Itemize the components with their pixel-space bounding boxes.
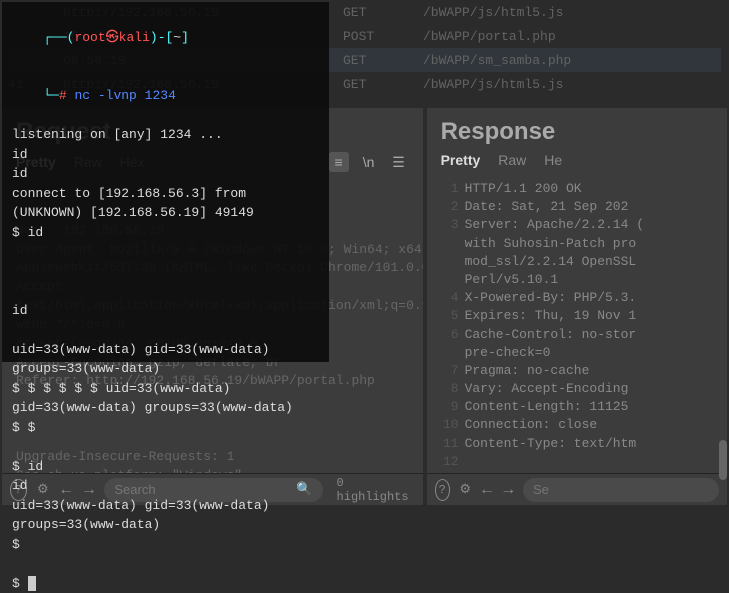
tab-raw[interactable]: Raw bbox=[498, 152, 526, 168]
prev-icon[interactable]: ← bbox=[480, 481, 493, 499]
response-line: 12 bbox=[441, 453, 713, 471]
response-bottom-bar: ? ⚙ ← → bbox=[427, 473, 727, 505]
row-url: /bWAPP/sm_samba.php bbox=[423, 53, 721, 68]
row-url: /bWAPP/portal.php bbox=[423, 29, 721, 44]
response-line: Perl/v5.10.1 bbox=[441, 271, 713, 289]
row-url: /bWAPP/js/html5.js bbox=[423, 5, 721, 20]
response-line: 8Vary: Accept-Encoding bbox=[441, 380, 713, 398]
hamburger-icon[interactable]: ☰ bbox=[389, 152, 409, 172]
terminal-line: $ $ $ $ $ $ uid=33(www-data) gid=33(www-… bbox=[12, 379, 319, 418]
wrap-icon[interactable]: ≡ bbox=[329, 152, 349, 172]
terminal-line: $ $ bbox=[12, 418, 319, 438]
response-line: pre-check=0 bbox=[441, 344, 713, 362]
highlight-count: 0 highlights bbox=[337, 476, 409, 504]
terminal-line: $ bbox=[12, 535, 319, 555]
search-box[interactable] bbox=[523, 478, 719, 502]
terminal-line: $ id bbox=[12, 457, 319, 477]
response-line: 11Content-Type: text/htm bbox=[441, 435, 713, 453]
terminal-prompt: ┌──(root㉿kali)-[~] bbox=[12, 8, 319, 67]
terminal-line bbox=[12, 262, 319, 282]
response-line: 2Date: Sat, 21 Sep 202 bbox=[441, 198, 713, 216]
newline-icon[interactable]: \n bbox=[359, 152, 379, 172]
response-line: 1HTTP/1.1 200 OK bbox=[441, 180, 713, 198]
terminal-line: id bbox=[12, 145, 319, 165]
response-line: 10Connection: close bbox=[441, 416, 713, 434]
terminal-line: id bbox=[12, 164, 319, 184]
response-line: 6Cache-Control: no-stor bbox=[441, 326, 713, 344]
response-content[interactable]: 1HTTP/1.1 200 OK2Date: Sat, 21 Sep 2023S… bbox=[427, 176, 727, 505]
row-url: /bWAPP/js/html5.js bbox=[423, 77, 721, 92]
response-tabs: Pretty Raw He bbox=[427, 152, 727, 176]
scrollbar-thumb[interactable] bbox=[719, 440, 727, 480]
response-line: 9Content-Length: 11125 bbox=[441, 398, 713, 416]
terminal-line bbox=[12, 281, 319, 301]
response-line: 4X-Powered-By: PHP/5.3. bbox=[441, 289, 713, 307]
row-method: GET bbox=[343, 5, 423, 20]
cursor bbox=[28, 576, 36, 591]
response-line: 7Pragma: no-cache bbox=[441, 362, 713, 380]
terminal-line: id bbox=[12, 476, 319, 496]
terminal-line bbox=[12, 242, 319, 262]
gear-icon[interactable]: ⚙ bbox=[458, 479, 473, 501]
tab-pretty[interactable]: Pretty bbox=[441, 152, 481, 168]
terminal-line bbox=[12, 437, 319, 457]
panel-title: Response bbox=[427, 108, 727, 152]
terminal-line bbox=[12, 554, 319, 574]
terminal-line: uid=33(www-data) gid=33(www-data) groups… bbox=[12, 496, 319, 535]
terminal-line: uid=33(www-data) gid=33(www-data) groups… bbox=[12, 340, 319, 379]
terminal-prompt-line2: └─# nc -lvnp 1234 bbox=[12, 67, 319, 126]
response-panel: Response Pretty Raw He 1HTTP/1.1 200 OK2… bbox=[427, 108, 727, 505]
next-icon[interactable]: → bbox=[502, 481, 515, 499]
response-line: 5Expires: Thu, 19 Nov 1 bbox=[441, 307, 713, 325]
response-line: mod_ssl/2.2.14 OpenSSL bbox=[441, 253, 713, 271]
help-icon[interactable]: ? bbox=[435, 479, 450, 501]
terminal-line: id bbox=[12, 301, 319, 321]
terminal-line: $ bbox=[12, 574, 319, 593]
terminal-line: connect to [192.168.56.3] from (UNKNOWN)… bbox=[12, 184, 319, 223]
row-method: POST bbox=[343, 29, 423, 44]
terminal-line: listening on [any] 1234 ... bbox=[12, 125, 319, 145]
terminal-overlay[interactable]: ┌──(root㉿kali)-[~] └─# nc -lvnp 1234 lis… bbox=[2, 2, 329, 362]
row-method: GET bbox=[343, 53, 423, 68]
row-method: GET bbox=[343, 77, 423, 92]
response-line: 3Server: Apache/2.2.14 ( bbox=[441, 216, 713, 234]
response-line: with Suhosin-Patch pro bbox=[441, 235, 713, 253]
terminal-line bbox=[12, 320, 319, 340]
terminal-line: $ id bbox=[12, 223, 319, 243]
search-input[interactable] bbox=[533, 482, 709, 497]
tab-hex[interactable]: He bbox=[544, 152, 562, 168]
